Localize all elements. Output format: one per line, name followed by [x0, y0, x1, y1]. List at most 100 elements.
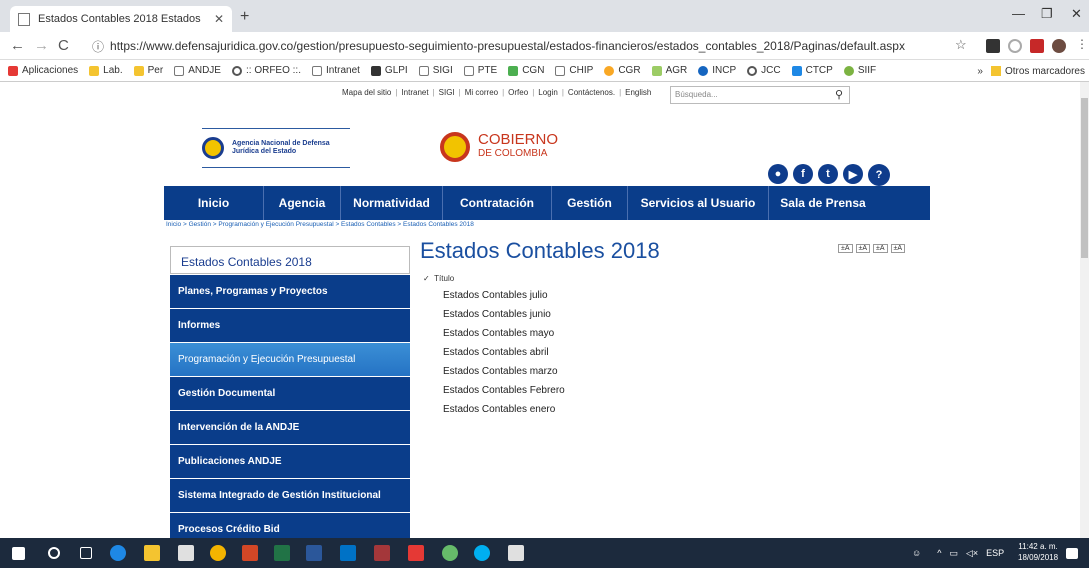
search-icon[interactable]: ⚲: [835, 88, 843, 101]
other-bookmarks[interactable]: » Otros marcadores: [971, 60, 1085, 81]
bookmark-item[interactable]: CGR: [604, 65, 641, 76]
bookmark-item[interactable]: CHIP: [555, 65, 593, 76]
ie-icon[interactable]: [110, 545, 126, 561]
font-size-button[interactable]: ±A: [855, 244, 871, 253]
bookmark-item[interactable]: SIIF: [843, 65, 876, 76]
document-link[interactable]: Estados Contables junio: [443, 309, 565, 328]
nav-contratacion[interactable]: Contratación: [443, 186, 552, 220]
bookmark-item[interactable]: JCC: [747, 65, 781, 76]
volume-icon[interactable]: ◁×: [966, 548, 978, 559]
bookmark-item[interactable]: Aplicaciones: [8, 65, 78, 76]
notifications-icon[interactable]: [1066, 548, 1078, 559]
sidebar-item-planes[interactable]: Planes, Programas y Proyectos: [170, 274, 410, 308]
people-icon[interactable]: ☺: [912, 548, 921, 558]
nav-inicio[interactable]: Inicio: [164, 186, 264, 220]
util-link[interactable]: Intranet: [401, 88, 428, 97]
util-link[interactable]: English: [625, 88, 651, 97]
font-size-button[interactable]: ±A: [838, 244, 853, 253]
gobierno-logo[interactable]: COBIERNO DE COLOMBIA: [440, 132, 558, 162]
bookmark-item[interactable]: CTCP: [791, 65, 833, 76]
font-size-button[interactable]: ±A: [890, 244, 906, 253]
help-icon[interactable]: ?: [868, 164, 890, 186]
store-icon[interactable]: [178, 545, 194, 561]
bookmark-item[interactable]: Per: [133, 65, 163, 76]
extension-icon[interactable]: [1008, 39, 1022, 53]
excel-icon[interactable]: [274, 545, 290, 561]
chevron-up-icon[interactable]: ^: [937, 548, 941, 558]
back-icon[interactable]: ←: [10, 37, 25, 54]
bookmark-item[interactable]: PTE: [463, 65, 497, 76]
util-link[interactable]: Orfeo: [508, 88, 528, 97]
access-icon[interactable]: [374, 545, 390, 561]
skype-icon[interactable]: [474, 545, 490, 561]
scrollbar-thumb[interactable]: [1081, 98, 1088, 258]
forward-icon[interactable]: →: [34, 37, 49, 54]
util-link[interactable]: Mi correo: [465, 88, 498, 97]
nav-sala-prensa[interactable]: Sala de Prensa: [769, 186, 877, 220]
document-link[interactable]: Estados Contables Febrero: [443, 385, 565, 404]
youtube-icon[interactable]: ▶: [843, 164, 863, 184]
bookmark-item[interactable]: AGR: [651, 65, 687, 76]
nav-gestion[interactable]: Gestión: [552, 186, 628, 220]
sidebar-item-informes[interactable]: Informes: [170, 308, 410, 342]
clock[interactable]: 11:42 a. m. 18/09/2018: [1018, 541, 1058, 563]
search-icon[interactable]: [48, 547, 60, 559]
word-icon[interactable]: [306, 545, 322, 561]
bookmark-item[interactable]: :: ORFEO ::.: [231, 65, 301, 76]
chat-icon[interactable]: ●: [768, 164, 788, 184]
sidebar-item-intervencion[interactable]: Intervención de la ANDJE: [170, 410, 410, 444]
document-link[interactable]: Estados Contables julio: [443, 290, 565, 309]
acrobat-icon[interactable]: [408, 545, 424, 561]
minimize-icon[interactable]: —: [1012, 6, 1025, 21]
document-link[interactable]: Estados Contables marzo: [443, 366, 565, 385]
reload-icon[interactable]: C: [58, 37, 69, 54]
util-link[interactable]: Login: [538, 88, 558, 97]
app-icon[interactable]: [442, 545, 458, 561]
breadcrumb[interactable]: Inicio > Gestión > Programación y Ejecuc…: [166, 221, 474, 228]
sort-header[interactable]: ✓ Título: [423, 274, 454, 283]
menu-icon[interactable]: ⋮: [1076, 37, 1088, 51]
nav-agencia[interactable]: Agencia: [264, 186, 341, 220]
extension-icon[interactable]: [986, 39, 1000, 53]
bookmark-item[interactable]: GLPI: [370, 65, 408, 76]
util-link[interactable]: Mapa del sitio: [342, 88, 391, 97]
document-link[interactable]: Estados Contables abril: [443, 347, 565, 366]
sidebar-item-procesos-credito[interactable]: Procesos Crédito Bid: [170, 512, 410, 538]
font-size-button[interactable]: ±A: [873, 244, 888, 253]
browser-tab[interactable]: Estados Contables 2018 Estados ✕: [10, 6, 232, 32]
url-field[interactable]: ⓘ https://www.defensajuridica.gov.co/ges…: [92, 35, 957, 57]
util-link[interactable]: Contáctenos.: [568, 88, 615, 97]
search-input[interactable]: Búsqueda... ⚲: [670, 86, 850, 104]
profile-icon[interactable]: [1052, 39, 1066, 53]
network-icon[interactable]: ▭: [949, 548, 958, 559]
bookmark-item[interactable]: Lab.: [89, 65, 123, 76]
powerpoint-icon[interactable]: [242, 545, 258, 561]
extension-icon[interactable]: [1030, 39, 1044, 53]
bookmark-item[interactable]: SIGI: [418, 65, 453, 76]
task-view-icon[interactable]: [80, 547, 92, 559]
util-link[interactable]: SIGI: [439, 88, 455, 97]
document-link[interactable]: Estados Contables mayo: [443, 328, 565, 347]
bookmark-star-icon[interactable]: ☆: [955, 37, 967, 53]
bookmark-item[interactable]: Intranet: [312, 65, 360, 76]
sidebar-item-publicaciones[interactable]: Publicaciones ANDJE: [170, 444, 410, 478]
bookmark-item[interactable]: ANDJE: [174, 65, 221, 76]
sidebar-item-sistema-integrado[interactable]: Sistema Integrado de Gestión Institucion…: [170, 478, 410, 512]
andje-logo[interactable]: Agencia Nacional de Defensa Jurídica del…: [202, 128, 350, 168]
outlook-icon[interactable]: [340, 545, 356, 561]
more-bookmarks-icon[interactable]: »: [977, 66, 983, 77]
windows-start-icon[interactable]: [12, 547, 25, 560]
bookmark-item[interactable]: INCP: [698, 65, 736, 76]
page-scrollbar[interactable]: [1080, 82, 1089, 538]
nav-normatividad[interactable]: Normatividad: [341, 186, 443, 220]
language-indicator[interactable]: ESP: [986, 548, 1004, 558]
bookmark-item[interactable]: CGN: [508, 65, 544, 76]
chrome-icon[interactable]: [210, 545, 226, 561]
sidebar-item-gestion-documental[interactable]: Gestión Documental: [170, 376, 410, 410]
twitter-icon[interactable]: t: [818, 164, 838, 184]
close-tab-icon[interactable]: ✕: [214, 12, 224, 26]
new-tab-icon[interactable]: +: [240, 8, 249, 26]
document-link[interactable]: Estados Contables enero: [443, 404, 565, 423]
calculator-icon[interactable]: [508, 545, 524, 561]
restore-icon[interactable]: ❐: [1041, 6, 1053, 22]
